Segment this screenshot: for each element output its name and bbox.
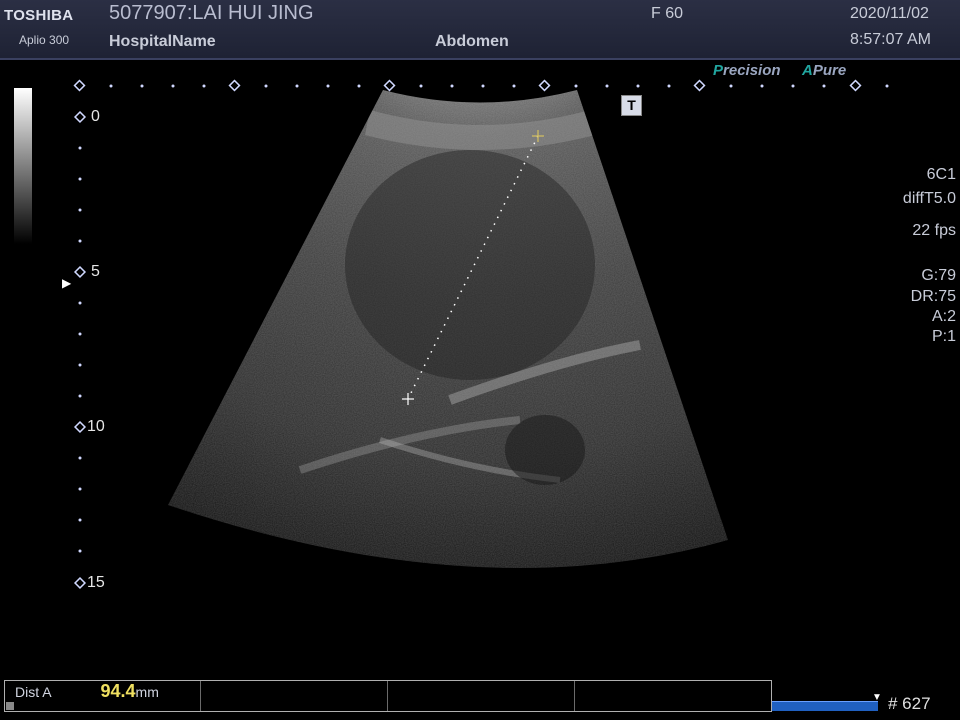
depth-label-5: 5 — [91, 263, 100, 280]
depth-label-0: 0 — [91, 108, 100, 125]
a-readout: A:2 — [931, 308, 956, 325]
p-readout: P:1 — [931, 328, 956, 345]
measurement-cell-empty — [388, 681, 575, 711]
depth-label-10: 10 — [87, 418, 105, 435]
measurement-value: 94.4 — [100, 681, 136, 701]
frame-count: # 627 — [888, 694, 931, 713]
measurement-corner-marker — [6, 702, 14, 710]
cine-progress-bar[interactable] — [772, 701, 878, 711]
gain-readout: G:79 — [921, 267, 956, 284]
probe-name: 6C1 — [926, 166, 956, 183]
depth-label-15: 15 — [87, 574, 105, 591]
ultrasound-screen: TOSHIBA Aplio 300 5077907:LAI HUI JING H… — [0, 0, 960, 720]
measurement-cell-empty — [575, 681, 771, 711]
measurement-cell-empty — [201, 681, 388, 711]
cine-position-marker-icon[interactable]: ▼ — [872, 692, 882, 703]
fps-readout: 22 fps — [912, 222, 956, 239]
imaging-mode: diffT5.0 — [902, 190, 956, 207]
focus-marker-icon[interactable]: ▶ — [62, 276, 71, 290]
ultrasound-image — [73, 79, 889, 590]
lateral-scale-markers — [109, 84, 889, 88]
measurement-cell-dist-a[interactable]: Dist A 94.4mm — [5, 681, 201, 711]
depth-scale — [73, 110, 87, 590]
dynamic-range-readout: DR:75 — [910, 288, 956, 305]
measurement-table: Dist A 94.4mm — [4, 680, 772, 712]
text-annotation-icon[interactable]: T — [621, 95, 642, 116]
measurement-label: Dist A — [15, 684, 52, 700]
measurement-unit: mm — [135, 684, 159, 700]
